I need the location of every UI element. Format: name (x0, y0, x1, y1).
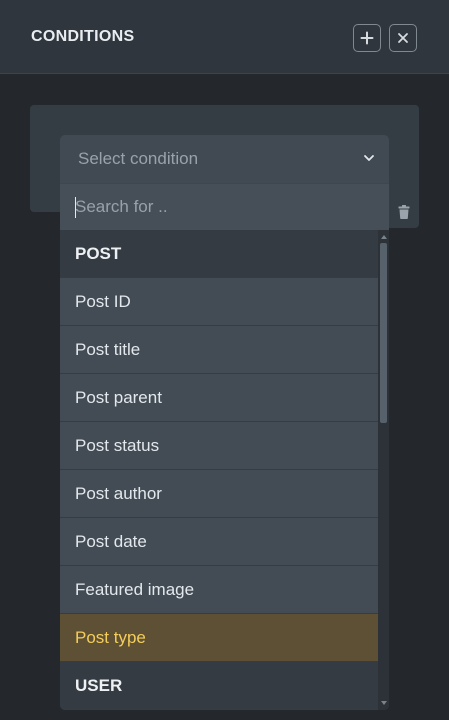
scroll-up-arrow-icon[interactable] (381, 235, 387, 239)
option-post-id[interactable]: Post ID (60, 278, 378, 326)
condition-select[interactable]: Select condition (60, 135, 389, 183)
option-post-author[interactable]: Post author (60, 470, 378, 518)
option-post-title[interactable]: Post title (60, 326, 378, 374)
add-condition-button[interactable] (353, 24, 381, 52)
scrollbar-thumb[interactable] (380, 243, 387, 423)
condition-select-placeholder: Select condition (78, 149, 199, 168)
close-icon (398, 33, 408, 43)
option-group-post: POST (60, 230, 378, 278)
scroll-down-arrow-icon[interactable] (381, 701, 387, 705)
text-caret (75, 197, 76, 218)
options-list: POST Post ID Post title Post parent Post… (60, 230, 378, 710)
condition-dropdown: POST Post ID Post title Post parent Post… (60, 183, 389, 710)
option-featured-image[interactable]: Featured image (60, 566, 378, 614)
search-input[interactable] (75, 194, 355, 220)
panel-title: CONDITIONS (31, 28, 135, 45)
plus-icon (360, 31, 374, 45)
close-button[interactable] (389, 24, 417, 52)
option-post-parent[interactable]: Post parent (60, 374, 378, 422)
panel-header: CONDITIONS (0, 0, 449, 74)
option-group-user: USER (60, 662, 378, 710)
dropdown-scrollbar[interactable] (378, 230, 389, 710)
option-post-date[interactable]: Post date (60, 518, 378, 566)
trash-icon (398, 205, 409, 219)
chevron-down-icon (364, 155, 374, 161)
option-post-type[interactable]: Post type (60, 614, 378, 662)
search-row (60, 184, 389, 230)
delete-condition-button[interactable] (388, 196, 419, 228)
option-post-status[interactable]: Post status (60, 422, 378, 470)
